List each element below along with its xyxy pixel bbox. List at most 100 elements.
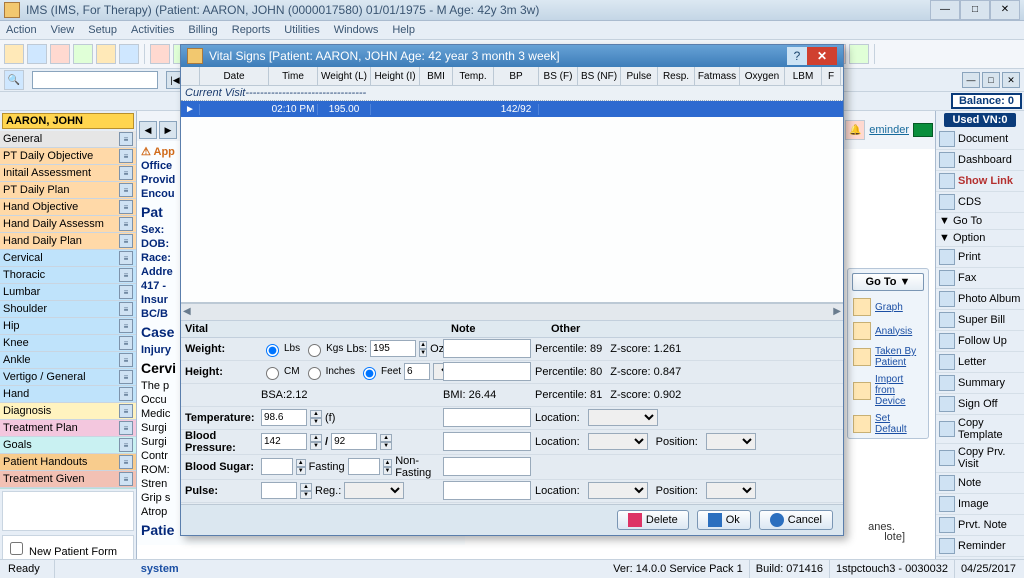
grid-scrollbar[interactable]: ◀▶ bbox=[181, 303, 843, 320]
goto-button[interactable]: Go To ▼ bbox=[852, 273, 924, 291]
expand-icon[interactable]: ≡ bbox=[119, 455, 133, 469]
sub-max[interactable]: □ bbox=[982, 72, 1000, 88]
rightnav-item[interactable]: Print bbox=[936, 247, 1024, 268]
side-action[interactable]: Taken By Patient bbox=[848, 343, 928, 371]
weight-note[interactable] bbox=[443, 339, 531, 358]
expand-icon[interactable]: ≡ bbox=[119, 234, 133, 248]
leftnav-item[interactable]: Hand Daily Plan≡ bbox=[0, 233, 136, 250]
bp-loc[interactable] bbox=[588, 433, 648, 450]
expand-icon[interactable]: ≡ bbox=[119, 472, 133, 486]
grid-col[interactable]: Time bbox=[269, 67, 318, 85]
expand-icon[interactable]: ≡ bbox=[119, 200, 133, 214]
content-prev[interactable]: ◀ bbox=[139, 121, 157, 139]
rightnav-item[interactable]: Summary bbox=[936, 373, 1024, 394]
bs-note[interactable] bbox=[443, 457, 531, 476]
toolbar-icon[interactable] bbox=[50, 44, 70, 64]
height-ft-radio[interactable]: Feet bbox=[358, 364, 401, 380]
expand-icon[interactable]: ≡ bbox=[119, 387, 133, 401]
rightnav-item[interactable]: Copy Template bbox=[936, 415, 1024, 444]
expand-icon[interactable]: ≡ bbox=[119, 353, 133, 367]
toolbar-icon[interactable] bbox=[96, 44, 116, 64]
side-action[interactable]: Graph bbox=[848, 295, 928, 319]
menu-setup[interactable]: Setup bbox=[88, 24, 117, 36]
height-ft-input[interactable] bbox=[404, 363, 430, 380]
height-note[interactable] bbox=[443, 362, 531, 381]
leftnav-item[interactable]: Ankle≡ bbox=[0, 352, 136, 369]
pulse-pos[interactable] bbox=[706, 482, 756, 499]
rightnav-item[interactable]: Prvt. Note bbox=[936, 515, 1024, 536]
leftnav-item[interactable]: General≡ bbox=[0, 131, 136, 148]
leftnav-item[interactable]: Hand Daily Assessm≡ bbox=[0, 216, 136, 233]
leftnav-item[interactable]: Knee≡ bbox=[0, 335, 136, 352]
dialog-close-button[interactable]: ✕ bbox=[807, 47, 837, 65]
leftnav-item[interactable]: PT Daily Plan≡ bbox=[0, 182, 136, 199]
leftnav-item[interactable]: Super Bill≡ bbox=[0, 488, 136, 489]
bp-dia[interactable] bbox=[331, 433, 377, 450]
leftnav-item[interactable]: Treatment Plan≡ bbox=[0, 420, 136, 437]
leftnav-item[interactable]: Diagnosis≡ bbox=[0, 403, 136, 420]
rightnav-item[interactable]: Sign Off bbox=[936, 394, 1024, 415]
menu-utilities[interactable]: Utilities bbox=[284, 24, 319, 36]
expand-icon[interactable]: ≡ bbox=[119, 319, 133, 333]
dialog-help-button[interactable]: ? bbox=[787, 47, 807, 65]
height-cm-radio[interactable]: CM bbox=[261, 364, 300, 380]
expand-icon[interactable]: ≡ bbox=[119, 421, 133, 435]
grid-col[interactable]: LBM bbox=[785, 67, 822, 85]
delete-button[interactable]: Delete bbox=[617, 510, 689, 530]
temp-note[interactable] bbox=[443, 408, 531, 427]
weight-lbs-radio[interactable]: Lbs bbox=[261, 341, 300, 357]
expand-icon[interactable]: ≡ bbox=[119, 302, 133, 316]
leftnav-item[interactable]: Initail Assessment≡ bbox=[0, 165, 136, 182]
bp-sys[interactable] bbox=[261, 433, 307, 450]
expand-icon[interactable]: ≡ bbox=[119, 285, 133, 299]
sub-close[interactable]: ✕ bbox=[1002, 72, 1020, 88]
maximize-button[interactable]: □ bbox=[960, 0, 990, 20]
rightnav-item[interactable]: Letter bbox=[936, 352, 1024, 373]
toolbar-icon[interactable] bbox=[4, 44, 24, 64]
cancel-button[interactable]: Cancel bbox=[759, 510, 833, 530]
grid-col[interactable]: Date bbox=[200, 67, 269, 85]
leftnav-item[interactable]: Treatment Given≡ bbox=[0, 471, 136, 488]
toolbar-icon[interactable] bbox=[73, 44, 93, 64]
expand-icon[interactable]: ≡ bbox=[119, 370, 133, 384]
grid-col[interactable]: BP bbox=[494, 67, 539, 85]
rightnav-item[interactable]: Image bbox=[936, 494, 1024, 515]
leftnav-item[interactable]: Hand≡ bbox=[0, 386, 136, 403]
rightnav-item[interactable]: Copy Prv. Visit bbox=[936, 444, 1024, 473]
expand-icon[interactable]: ≡ bbox=[119, 183, 133, 197]
leftnav-item[interactable]: PT Daily Objective≡ bbox=[0, 148, 136, 165]
menu-view[interactable]: View bbox=[51, 24, 75, 36]
leftnav-item[interactable]: Cervical≡ bbox=[0, 250, 136, 267]
expand-icon[interactable]: ≡ bbox=[119, 438, 133, 452]
temp-loc-select[interactable] bbox=[588, 409, 658, 426]
height-in-radio[interactable]: Inches bbox=[303, 364, 355, 380]
bs-fast-input[interactable] bbox=[261, 458, 293, 475]
leftnav-item[interactable]: Shoulder≡ bbox=[0, 301, 136, 318]
expand-icon[interactable]: ≡ bbox=[119, 166, 133, 180]
rightnav-item[interactable]: ▼ Go To bbox=[936, 213, 1024, 230]
rightnav-item[interactable]: Follow Up bbox=[936, 331, 1024, 352]
rightnav-item[interactable]: Note bbox=[936, 473, 1024, 494]
pulse-note[interactable] bbox=[443, 481, 531, 500]
expand-icon[interactable]: ≡ bbox=[119, 336, 133, 350]
grid-col[interactable]: Weight (L) bbox=[318, 67, 371, 85]
expand-icon[interactable]: ≡ bbox=[119, 268, 133, 282]
left-check[interactable]: New Patient Form bbox=[6, 539, 130, 558]
bp-note[interactable] bbox=[443, 432, 531, 451]
rightnav-item[interactable]: CDS bbox=[936, 192, 1024, 213]
bp-pos[interactable] bbox=[706, 433, 756, 450]
rightnav-item[interactable]: Super Bill bbox=[936, 310, 1024, 331]
pulse-input[interactable] bbox=[261, 482, 297, 499]
rightnav-item[interactable]: Photo Album bbox=[936, 289, 1024, 310]
side-action[interactable]: Set Default bbox=[848, 410, 928, 438]
sub-min[interactable]: — bbox=[962, 72, 980, 88]
minimize-button[interactable]: — bbox=[930, 0, 960, 20]
ok-button[interactable]: Ok bbox=[697, 510, 751, 530]
reminder-link[interactable]: 🔔 eminder bbox=[845, 120, 933, 140]
expand-icon[interactable]: ≡ bbox=[119, 132, 133, 146]
bs-nf-input[interactable] bbox=[348, 458, 380, 475]
leftnav-item[interactable]: Vertigo / General≡ bbox=[0, 369, 136, 386]
toolbar-icon[interactable] bbox=[119, 44, 139, 64]
expand-icon[interactable]: ≡ bbox=[119, 404, 133, 418]
grid-col[interactable]: Fatmass bbox=[695, 67, 740, 85]
